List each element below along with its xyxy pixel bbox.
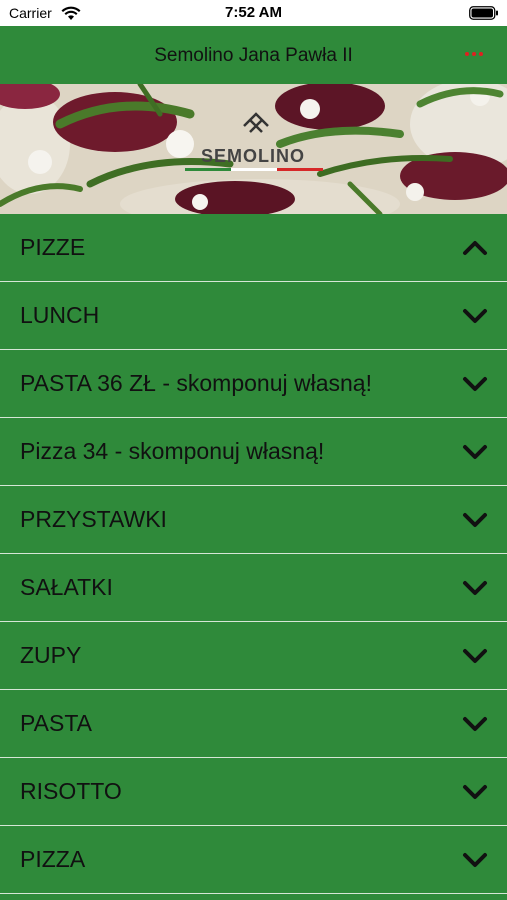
menu-category-list: PIZZE LUNCH PASTA 36 ZŁ - skomponuj własną… xyxy=(0,214,507,894)
menu-category-row[interactable]: PIZZE xyxy=(0,214,507,282)
menu-category-label: PIZZA xyxy=(20,846,86,872)
menu-category-label: ZUPY xyxy=(20,642,82,668)
chevron-up-icon[interactable] xyxy=(462,238,488,258)
menu-category-row[interactable]: SAŁATKI xyxy=(0,554,507,622)
menu-category-label: PIZZE xyxy=(20,234,86,260)
battery-icon xyxy=(469,6,498,20)
menu-category-row[interactable]: ZUPY xyxy=(0,622,507,690)
chevron-down-icon[interactable] xyxy=(462,510,488,530)
menu-category-row[interactable]: RISOTTO xyxy=(0,758,507,826)
chevron-down-icon[interactable] xyxy=(462,850,488,870)
menu-category-label: RISOTTO xyxy=(20,778,122,804)
restaurant-title: Semolino Jana Pawła II xyxy=(154,45,353,66)
pizza-photo: SEMOLINO xyxy=(0,84,507,214)
menu-category-label: PASTA 36 ZŁ - skomponuj własną! xyxy=(20,370,372,396)
menu-category-row[interactable]: PASTA xyxy=(0,690,507,758)
ellipsis-icon[interactable] xyxy=(462,46,486,62)
menu-category-label: PASTA xyxy=(20,710,92,736)
chevron-down-icon[interactable] xyxy=(462,646,488,666)
navigation-bar: Semolino Jana Pawła II xyxy=(0,26,507,84)
logo-text: SEMOLINO xyxy=(201,146,305,166)
chevron-down-icon[interactable] xyxy=(462,306,488,326)
menu-category-label: SAŁATKI xyxy=(20,574,113,600)
chevron-down-icon[interactable] xyxy=(462,442,488,462)
menu-category-row[interactable]: LUNCH xyxy=(0,282,507,350)
menu-category-row[interactable]: PIZZA xyxy=(0,826,507,894)
chevron-down-icon[interactable] xyxy=(462,578,488,598)
chevron-down-icon[interactable] xyxy=(462,782,488,802)
menu-category-label: Pizza 34 - skomponuj własną! xyxy=(20,438,325,464)
menu-category-label: LUNCH xyxy=(20,302,100,328)
hero-banner-image: SEMOLINO xyxy=(0,84,507,214)
menu-category-row[interactable]: Pizza 34 - skomponuj własną! xyxy=(0,418,507,486)
menu-category-row[interactable]: PRZYSTAWKI xyxy=(0,486,507,554)
status-bar: Carrier 7:52 AM xyxy=(0,0,507,26)
chevron-down-icon[interactable] xyxy=(462,374,488,394)
chevron-down-icon[interactable] xyxy=(462,714,488,734)
menu-category-label: PRZYSTAWKI xyxy=(20,506,167,532)
menu-category-row[interactable]: PASTA 36 ZŁ - skomponuj własną! xyxy=(0,350,507,418)
status-time: 7:52 AM xyxy=(225,4,282,21)
